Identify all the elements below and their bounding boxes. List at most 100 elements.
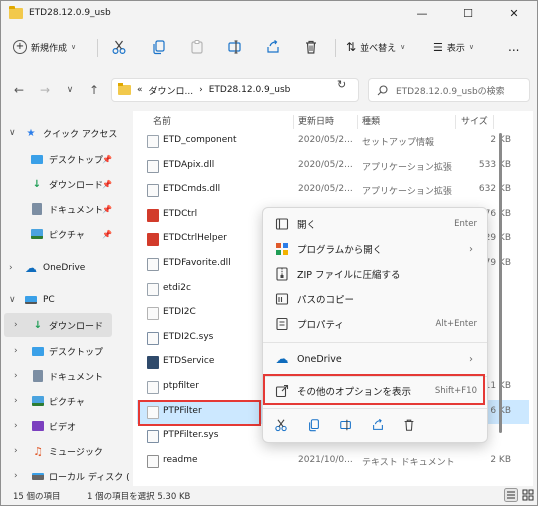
settings-file-icon [147, 135, 159, 148]
music-icon: ♫ [33, 444, 43, 458]
cut-button[interactable] [111, 36, 127, 58]
ctx-copy-button[interactable] [303, 414, 325, 436]
file-name: ETDCmds.dll [163, 184, 221, 195]
ctx-cut-button[interactable] [270, 414, 292, 436]
nav-pc-videos[interactable]: › ビデオ [1, 414, 125, 438]
chevron-right-icon: › [14, 320, 18, 330]
breadcrumb-current[interactable]: ETD28.12.0.9_usb [209, 85, 291, 95]
search-input[interactable]: ETD28.12.0.9_usbの検索 [368, 78, 530, 102]
nav-onedrive[interactable]: › ☁ OneDrive [1, 256, 125, 280]
copy-path-icon [275, 292, 289, 306]
navigation-pane: ∨ ★ クイック アクセス デスクトップ 📌 ↓ ダウンロード 📌 ドキュメント… [1, 111, 130, 488]
chevron-down-icon: ∨ [400, 43, 406, 51]
refresh-button[interactable]: ↻ [337, 78, 346, 91]
cloud-icon: ☁ [25, 261, 37, 275]
more-button[interactable]: ... [508, 36, 519, 58]
nav-local-disk[interactable]: › ローカル ディスク ( [1, 464, 130, 488]
rename-button[interactable] [227, 36, 243, 58]
scrollbar-thumb[interactable] [499, 133, 502, 433]
nav-quick-access[interactable]: ∨ ★ クイック アクセス [1, 121, 125, 145]
file-name: ETDCtrl [163, 208, 198, 219]
forward-button[interactable]: → [36, 81, 54, 99]
address-bar[interactable]: « ダウンロ... › ETD28.12.0.9_usb [111, 78, 359, 102]
ctx-zip[interactable]: ZIP ファイルに圧縮する [267, 262, 485, 286]
file-name: ptpfilter [163, 381, 199, 391]
video-icon [32, 420, 44, 432]
nav-label: ピクチャ [49, 230, 85, 241]
pin-icon: 📌 [102, 179, 112, 189]
paste-button[interactable] [189, 36, 205, 58]
file-name: PTPFilter.sys [163, 430, 219, 441]
nav-pc-pictures[interactable]: › ピクチャ [1, 389, 125, 413]
maximize-button[interactable]: ☐ [445, 1, 491, 27]
nav-label: デスクトップ [49, 155, 104, 166]
status-bar: 15 個の項目 1 個の項目を選択 5.30 KB [1, 487, 537, 505]
nav-qa-desktop[interactable]: デスクトップ 📌 [1, 147, 125, 171]
properties-icon [275, 317, 289, 331]
view-button[interactable]: ☰ 表示 ∨ [433, 36, 474, 58]
file-row[interactable]: ETD_component 2020/05/2... セットアップ情報 2 KB [137, 129, 529, 153]
selection-info: 1 個の項目を選択 5.30 KB [87, 492, 191, 502]
file-row[interactable]: ETDCmds.dll 2020/05/2... アプリケーション拡張 632 KB [137, 178, 529, 202]
nav-qa-documents[interactable]: ドキュメント 📌 [1, 197, 125, 221]
open-icon [275, 217, 289, 231]
ctx-open-with[interactable]: プログラムから開く › [267, 237, 485, 261]
sort-button[interactable]: ⇅ 並べ替え ∨ [346, 36, 405, 58]
file-scrollbar[interactable] [498, 113, 504, 485]
chevron-down-icon: ∨ [9, 128, 16, 138]
view-icon: ☰ [433, 40, 443, 54]
window-title: ETD28.12.0.9_usb [29, 8, 111, 18]
close-button[interactable]: ✕ [491, 1, 537, 27]
ctx-delete-button[interactable] [398, 414, 420, 436]
nav-pc-music[interactable]: › ♫ ミュージック [1, 439, 125, 463]
ctx-share-button[interactable] [367, 414, 389, 436]
ctx-open[interactable]: 開く Enter [267, 212, 485, 236]
settings-file-icon [147, 282, 159, 296]
chevron-right-icon: › [14, 421, 18, 431]
ctx-rename-button[interactable] [335, 414, 357, 436]
ctx-label: OneDrive [297, 353, 342, 365]
chevron-right-icon: › [469, 353, 473, 365]
file-size: 632 KB [478, 184, 511, 195]
star-icon: ★ [26, 127, 36, 139]
nav-pc-documents[interactable]: › ドキュメント [1, 364, 125, 388]
minimize-button[interactable]: — [399, 1, 445, 27]
file-name: ETD_component [163, 135, 237, 145]
file-date: 2020/05/2... [298, 159, 353, 170]
nav-pc[interactable]: ∨ PC [1, 288, 125, 312]
search-icon [377, 84, 388, 95]
chevron-right-icon: › [14, 346, 18, 356]
details-view-button[interactable] [504, 488, 518, 502]
nav-label: ドキュメント [49, 372, 104, 383]
ctx-shortcut: Alt+Enter [435, 319, 477, 329]
tiles-view-button[interactable] [521, 488, 535, 502]
dll-icon [147, 159, 159, 173]
breadcrumb-downloads[interactable]: ダウンロ... [149, 84, 194, 97]
share-button[interactable] [265, 36, 281, 58]
trash-icon [306, 40, 316, 54]
recent-button[interactable]: ∨ [61, 81, 79, 99]
share-icon [267, 40, 279, 53]
nav-qa-pictures[interactable]: ピクチャ 📌 [1, 222, 125, 246]
new-button[interactable]: + 新規作成 ∨ [13, 36, 76, 58]
file-row[interactable]: readme 2021/10/0... テキスト ドキュメント 2 KB [137, 449, 529, 473]
delete-button[interactable] [303, 36, 319, 58]
nav-label: ダウンロード [49, 321, 104, 332]
nav-qa-downloads[interactable]: ↓ ダウンロード 📌 [1, 172, 125, 196]
ctx-properties[interactable]: プロパティ Alt+Enter [267, 312, 485, 336]
document-icon [31, 203, 43, 215]
drive-icon [32, 470, 44, 482]
up-button[interactable]: ↑ [85, 81, 103, 99]
nav-pc-downloads[interactable]: › ↓ ダウンロード [4, 313, 112, 337]
arrow-up-icon: ↑ [88, 83, 100, 97]
copy-button[interactable] [151, 36, 167, 58]
nav-label: PC [43, 295, 55, 305]
back-button[interactable]: ← [10, 81, 28, 99]
ctx-copy-path[interactable]: パスのコピー [267, 287, 485, 311]
breadcrumb-overflow[interactable]: « [137, 85, 143, 95]
nav-pc-desktop[interactable]: › デスクトップ [1, 339, 125, 363]
nav-scrollbar[interactable] [125, 111, 129, 486]
file-row[interactable]: ETDApix.dll 2020/05/2... アプリケーション拡張 533 KB [137, 154, 529, 178]
file-name: readme [163, 454, 198, 465]
ctx-onedrive[interactable]: ☁ OneDrive › [267, 347, 485, 371]
